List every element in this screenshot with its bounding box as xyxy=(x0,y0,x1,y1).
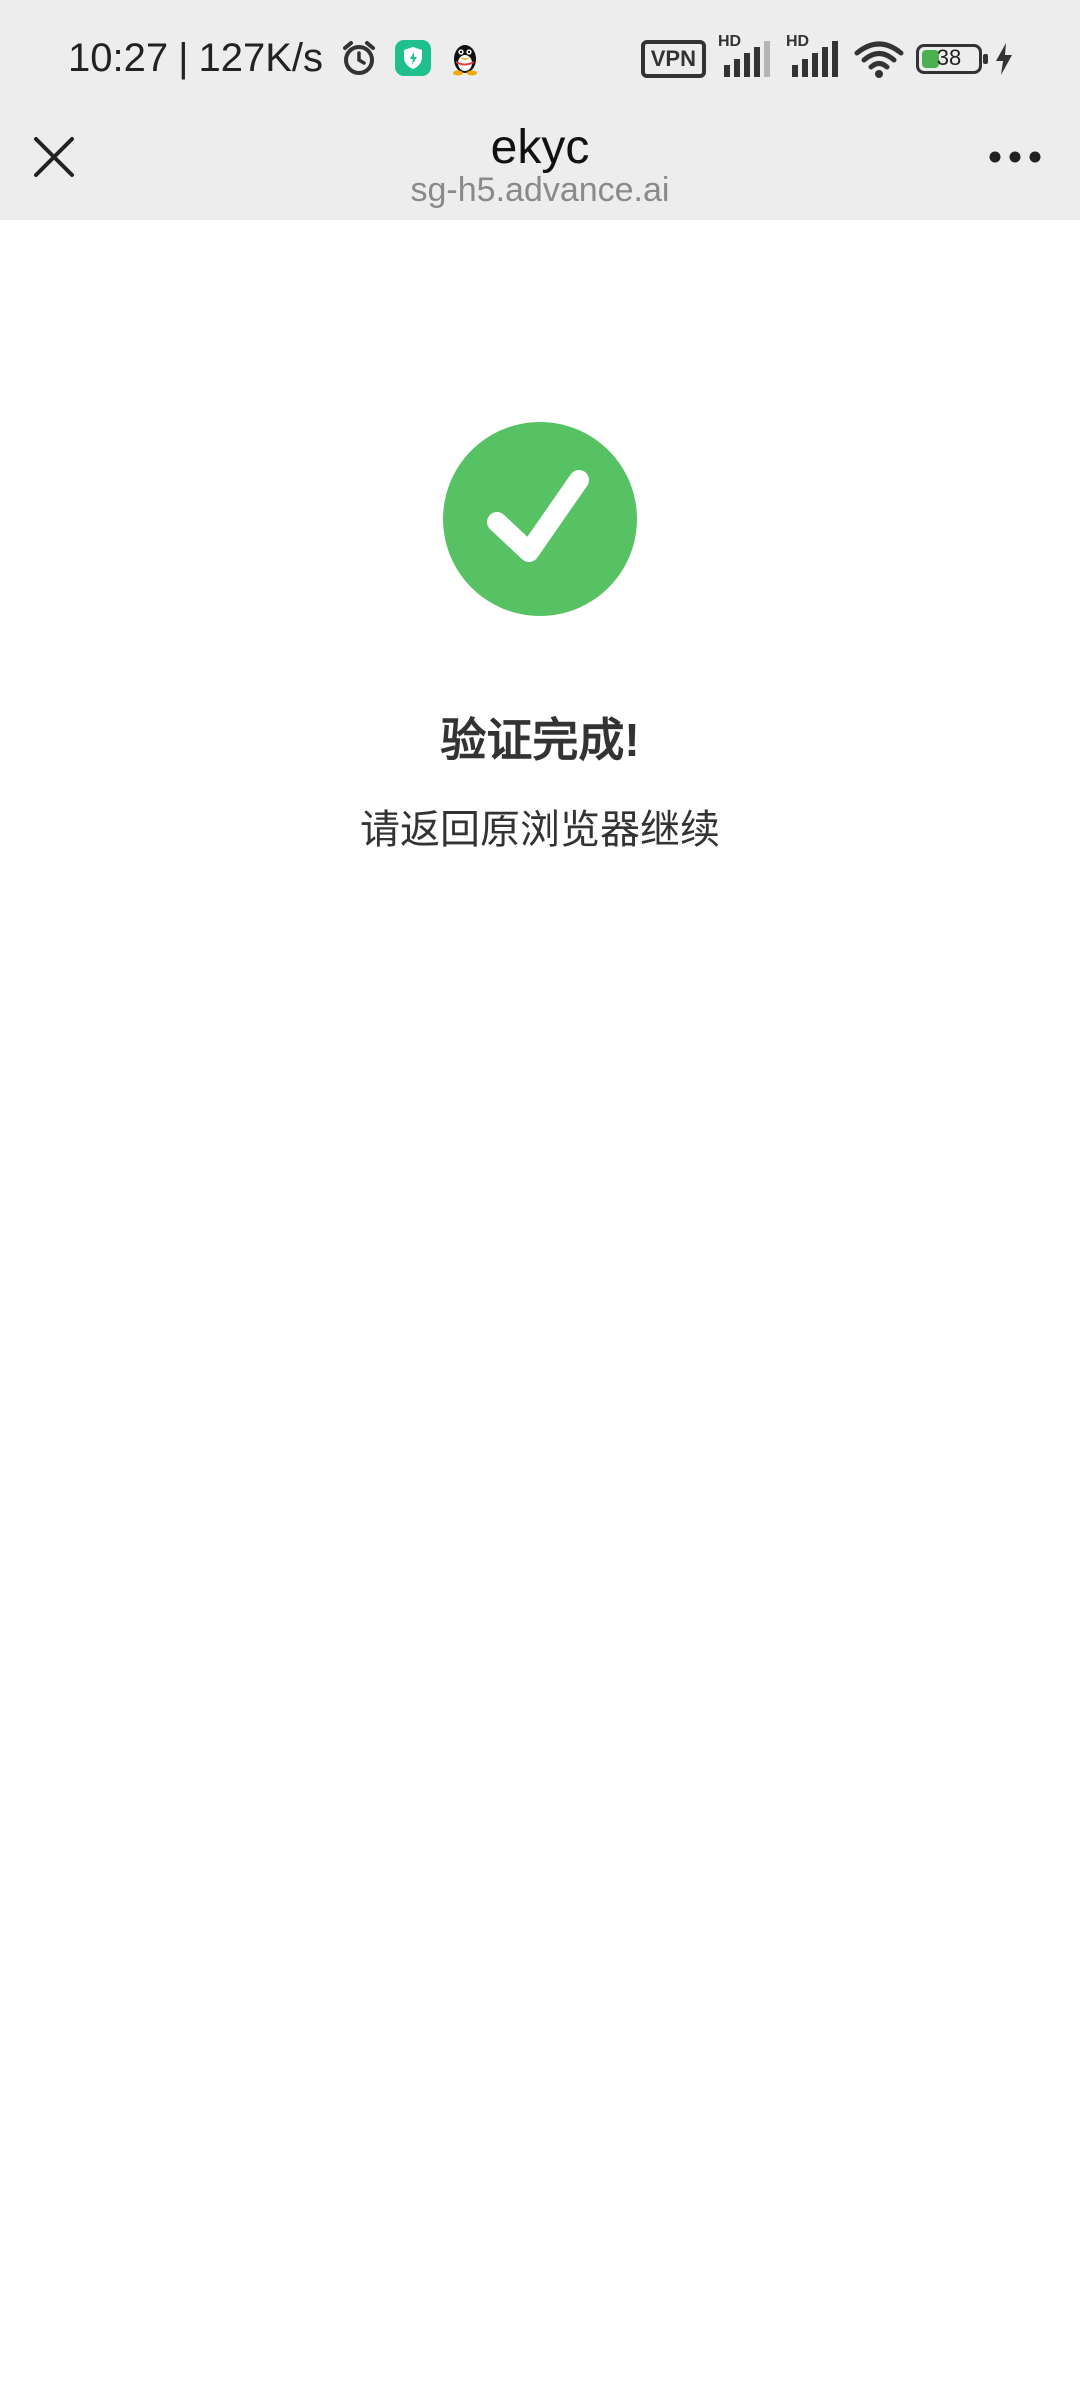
screen: 10:27 | 127K/s VPN HD HD 38 ekyc sg-h5.a… xyxy=(0,0,1080,2400)
signal-bars-icon xyxy=(792,41,838,77)
network-speed: 127K/s xyxy=(198,36,324,80)
top-chrome: 10:27 | 127K/s VPN HD HD 38 ekyc sg-h5.a… xyxy=(0,0,1080,220)
battery-level: 38 xyxy=(936,45,962,70)
status-bar: 10:27 | 127K/s VPN HD HD 38 xyxy=(0,0,1080,118)
more-options-button[interactable] xyxy=(980,118,1050,196)
status-time: 10:27 xyxy=(68,36,169,80)
signal-strength-1: HD xyxy=(718,33,774,79)
signal-bars-icon xyxy=(724,41,770,77)
success-check-icon xyxy=(487,470,589,562)
status-left-icons xyxy=(339,38,483,78)
signal-strength-2: HD xyxy=(786,33,842,79)
status-left: 10:27 | 127K/s xyxy=(68,32,483,84)
return-browser-message: 请返回原浏览器继续 xyxy=(360,808,720,852)
page-url: sg-h5.advance.ai xyxy=(410,171,670,209)
battery-cap xyxy=(983,54,988,64)
more-dots-icon xyxy=(989,151,1041,163)
charging-bolt-icon xyxy=(996,43,1012,75)
security-shield-icon xyxy=(395,40,432,76)
qq-penguin-icon xyxy=(453,45,478,76)
battery-indicator: 38 xyxy=(916,44,988,74)
vpn-badge: VPN xyxy=(640,40,706,78)
success-status-circle xyxy=(443,422,637,616)
alarm-icon xyxy=(343,41,376,75)
status-right: VPN HD HD 38 xyxy=(640,33,1014,82)
status-separator: | xyxy=(178,36,189,80)
webview-header: ekyc sg-h5.advance.ai xyxy=(0,118,1080,220)
wifi-icon xyxy=(854,41,904,78)
verification-complete-title: 验证完成! xyxy=(440,714,640,766)
